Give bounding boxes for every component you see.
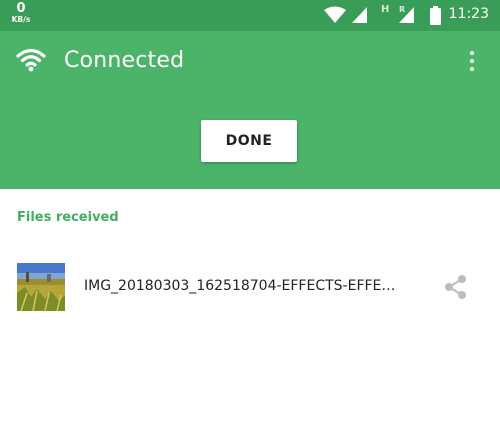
network-speed: 0 KB/s [9,2,33,24]
page-title: Connected [64,48,185,73]
wifi-signal-icon [324,6,346,23]
battery-icon [430,6,441,25]
connection-header: Connected DONE [0,31,500,189]
wifi-icon [16,48,46,72]
share-icon[interactable] [443,274,469,300]
file-name: IMG_20180303_162518704-EFFECTS-EFFE… [84,278,396,294]
network-speed-unit: KB/s [11,15,31,24]
status-bar: 0 KB/s H R 11:23 [0,0,500,31]
list-item[interactable]: IMG_20180303_162518704-EFFECTS-EFFE… [0,250,500,324]
cell-signal-2-icon [399,7,414,23]
done-button[interactable]: DONE [201,120,297,162]
more-options-icon[interactable] [462,50,482,72]
cell-signal-icon [352,7,367,23]
files-received-header: Files received [17,210,119,225]
network-speed-value: 0 [16,1,26,16]
file-thumbnail [17,263,65,311]
status-time: 11:23 [448,6,489,22]
network-type-label: H [381,4,390,15]
